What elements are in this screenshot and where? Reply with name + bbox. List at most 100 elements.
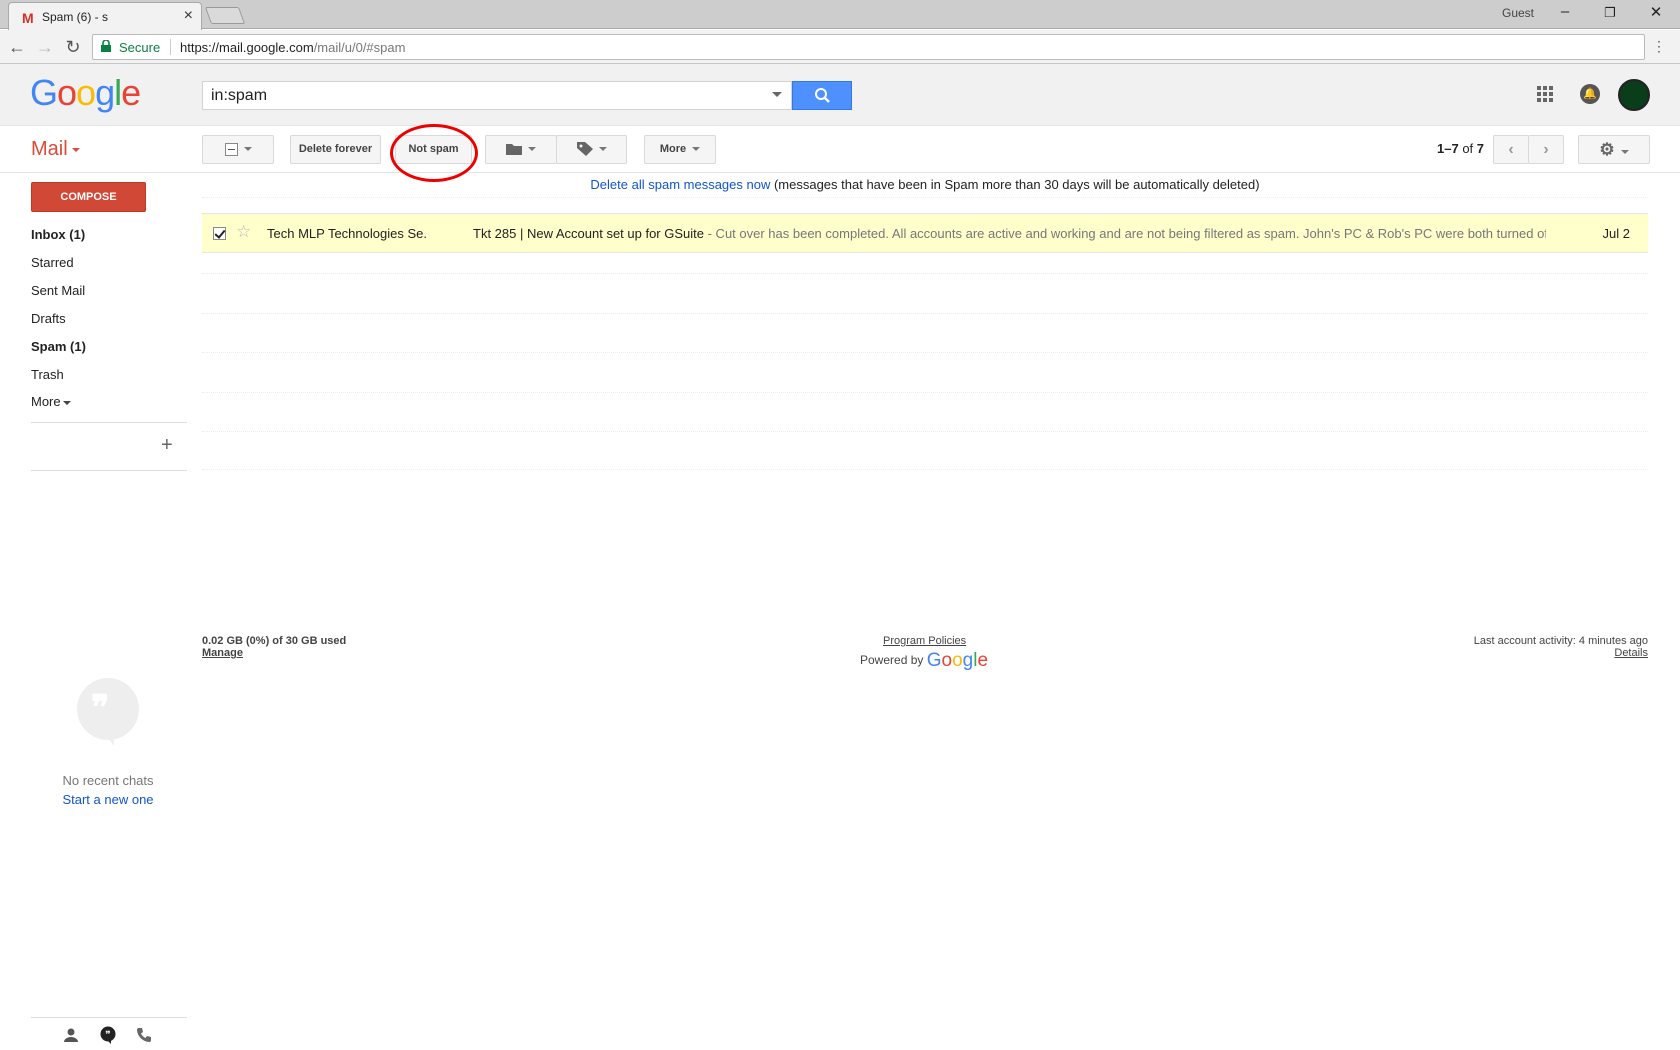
lock-icon bbox=[101, 40, 111, 52]
list-divider bbox=[202, 273, 1648, 274]
hangouts-chat-icon[interactable]: ❞ bbox=[99, 1026, 117, 1044]
url-host: https://mail.google.com bbox=[180, 40, 314, 55]
close-window-icon[interactable]: ✕ bbox=[1646, 3, 1666, 21]
notifications-bell-icon[interactable]: 🔔 bbox=[1580, 84, 1600, 104]
restore-icon[interactable]: ❐ bbox=[1600, 5, 1620, 21]
move-to-button[interactable] bbox=[485, 135, 557, 164]
sidebar-item-drafts[interactable]: Drafts bbox=[31, 311, 66, 326]
program-policies-link[interactable]: Program Policies bbox=[883, 635, 966, 647]
sidebar-item-spam[interactable]: Spam (1) bbox=[31, 339, 86, 354]
gear-icon: ⚙ bbox=[1599, 140, 1615, 159]
gmail-header: Google 🔔 bbox=[0, 64, 1680, 126]
list-divider bbox=[202, 431, 1648, 432]
sidebar-item-more[interactable]: More bbox=[31, 394, 71, 409]
browser-tab[interactable]: M Spam (6) - s × bbox=[8, 2, 202, 30]
delete-all-spam-link[interactable]: Delete all spam messages now bbox=[590, 177, 770, 192]
powered-by-text: Powered by bbox=[860, 653, 924, 667]
svg-text:❞: ❞ bbox=[105, 1030, 110, 1041]
contacts-person-icon[interactable] bbox=[63, 1027, 79, 1043]
browser-menu-icon[interactable]: ⋮ bbox=[1652, 38, 1666, 55]
list-divider bbox=[202, 352, 1648, 353]
address-bar[interactable]: Secure https://mail.google.com/mail/u/0/… bbox=[92, 34, 1645, 60]
row-checkbox[interactable] bbox=[213, 227, 226, 240]
older-button[interactable]: › bbox=[1528, 135, 1564, 164]
newer-button[interactable]: ‹ bbox=[1493, 135, 1529, 164]
sidebar-more-label: More bbox=[31, 394, 61, 409]
message-sender: Tech MLP Technologies Se. bbox=[267, 226, 427, 241]
pager-total: 7 bbox=[1476, 141, 1485, 156]
compose-button[interactable]: COMPOSE bbox=[31, 182, 146, 212]
sidebar-item-sent-mail[interactable]: Sent Mail bbox=[31, 283, 85, 298]
star-icon[interactable]: ☆ bbox=[236, 222, 251, 242]
manage-link-text: Manage bbox=[202, 647, 243, 659]
secure-label: Secure bbox=[119, 40, 161, 55]
sidebar-item-starred[interactable]: Starred bbox=[31, 255, 74, 270]
chevron-down-icon bbox=[1620, 150, 1629, 155]
url-path: /mail/u/0/#spam bbox=[313, 40, 406, 55]
reload-icon[interactable]: ↻ bbox=[62, 36, 84, 58]
spam-notice: Delete all spam messages now (messages t… bbox=[202, 177, 1648, 192]
url-text[interactable]: https://mail.google.com/mail/u/0/#spam bbox=[180, 40, 405, 55]
list-divider bbox=[202, 392, 1648, 393]
no-recent-chats: No recent chats bbox=[62, 773, 154, 788]
labels-button[interactable] bbox=[556, 135, 627, 164]
browser-navbar: ← → ↻ Secure https://mail.google.com/mai… bbox=[0, 30, 1680, 64]
gmail-favicon-icon: M bbox=[22, 10, 34, 26]
powered-by: Powered by Google bbox=[860, 650, 988, 672]
mail-switcher[interactable]: Mail bbox=[31, 138, 80, 161]
message-subject: Tkt 285 | New Account set up for GSuite bbox=[473, 226, 704, 241]
omnibox-divider bbox=[170, 39, 171, 55]
settings-button[interactable]: ⚙ bbox=[1578, 135, 1650, 164]
more-actions-label: More bbox=[659, 143, 687, 155]
message-snippet: - Cut over has been completed. All accou… bbox=[704, 226, 1546, 241]
message-date: Jul 2 bbox=[1602, 226, 1630, 241]
google-logo[interactable]: Google bbox=[30, 72, 141, 114]
label-tag-icon bbox=[576, 142, 593, 157]
checkbox-icon bbox=[224, 142, 238, 156]
browser-titlebar: M Spam (6) - s × Guest – ❐ ✕ bbox=[0, 0, 1680, 30]
sidebar-item-inbox[interactable]: Inbox (1) bbox=[31, 227, 85, 242]
folder-icon bbox=[506, 144, 522, 156]
pager-range: 1–7 bbox=[1437, 141, 1459, 156]
pager-of: of bbox=[1462, 141, 1474, 156]
action-toolbar: Mail Delete forever Not spam More 1–7 of… bbox=[0, 124, 1680, 182]
sidebar-item-trash[interactable]: Trash bbox=[31, 367, 64, 382]
manage-storage-link[interactable]: Manage bbox=[202, 647, 243, 659]
new-tab-button[interactable] bbox=[204, 7, 246, 24]
list-divider bbox=[202, 313, 1648, 314]
select-checkbox-button[interactable] bbox=[202, 135, 274, 164]
profile-label[interactable]: Guest bbox=[1502, 6, 1534, 20]
search-options-icon[interactable] bbox=[772, 92, 782, 97]
chevron-down-icon bbox=[598, 147, 607, 152]
avatar[interactable] bbox=[1618, 79, 1650, 111]
message-subject-snippet: Tkt 285 | New Account set up for GSuite … bbox=[473, 226, 1546, 241]
table-row[interactable]: ☆ Tech MLP Technologies Se. Tkt 285 | Ne… bbox=[202, 213, 1648, 253]
hangouts-bubble-tail bbox=[104, 732, 114, 746]
sidebar-divider bbox=[31, 470, 187, 471]
forward-icon[interactable]: → bbox=[34, 36, 56, 58]
chevron-down-icon bbox=[71, 147, 80, 152]
start-new-chat-link[interactable]: Start a new one bbox=[30, 792, 186, 807]
phone-icon[interactable] bbox=[136, 1027, 152, 1043]
sidebar-divider bbox=[31, 422, 187, 423]
chevron-down-icon bbox=[243, 147, 252, 152]
storage-usage: 0.02 GB (0%) of 30 GB used bbox=[202, 635, 347, 647]
more-actions-button[interactable]: More bbox=[644, 135, 716, 164]
details-link[interactable]: Details bbox=[1400, 647, 1648, 659]
chevron-down-icon bbox=[692, 147, 701, 152]
minimize-icon[interactable]: – bbox=[1555, 3, 1575, 20]
last-account-activity: Last account activity: 4 minutes ago bbox=[1473, 635, 1648, 647]
delete-forever-button[interactable]: Delete forever bbox=[290, 135, 381, 164]
search-button[interactable] bbox=[792, 81, 852, 110]
spam-notice-text: (messages that have been in Spam more th… bbox=[770, 177, 1260, 192]
tab-close-icon[interactable]: × bbox=[184, 7, 193, 25]
tab-title: Spam (6) - s bbox=[42, 10, 109, 24]
back-icon[interactable]: ← bbox=[6, 36, 28, 58]
program-policies-text: Program Policies bbox=[883, 635, 967, 647]
chevron-down-icon bbox=[528, 147, 536, 152]
apps-grid-icon[interactable] bbox=[1537, 86, 1553, 102]
add-label-icon[interactable]: + bbox=[161, 434, 173, 457]
hangouts-divider bbox=[31, 1017, 187, 1018]
search-input[interactable] bbox=[202, 81, 792, 110]
list-divider bbox=[202, 469, 1648, 470]
